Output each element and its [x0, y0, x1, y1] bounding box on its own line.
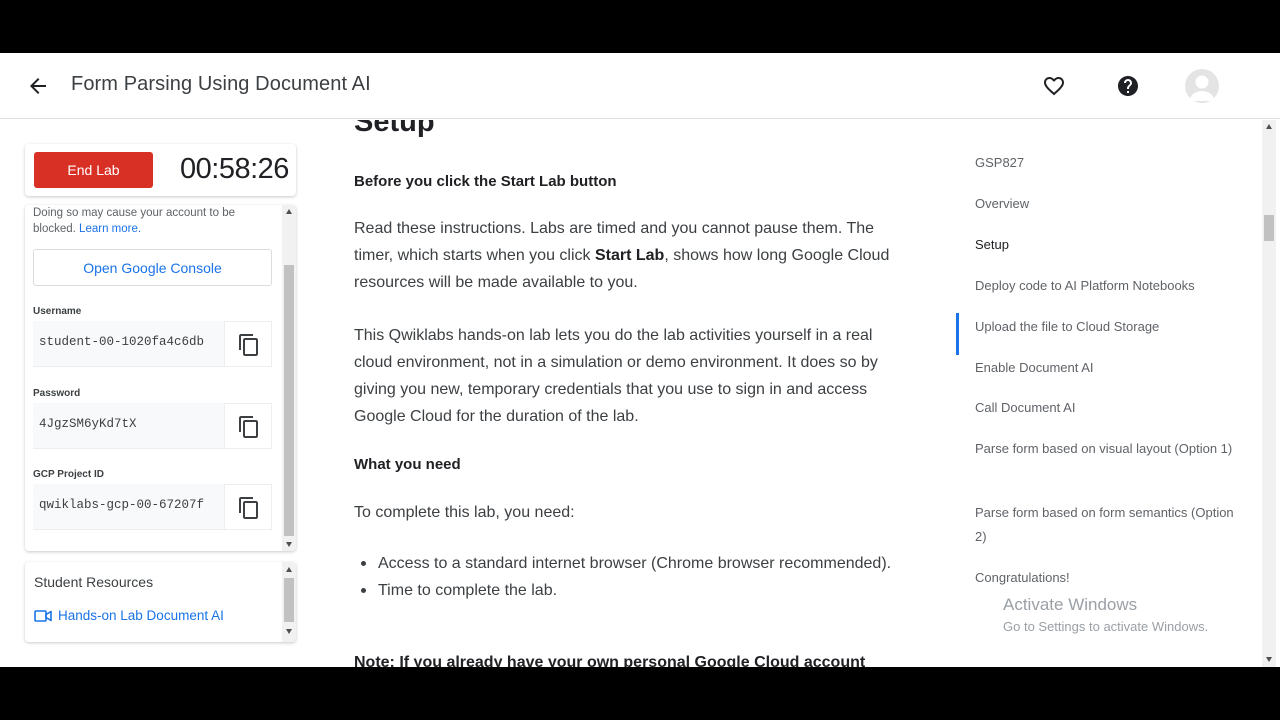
scroll-down-arrow[interactable]	[286, 629, 292, 634]
hands-on-lab-link[interactable]: Hands-on Lab Document AI	[34, 608, 224, 623]
before-start-heading: Before you click the Start Lab button	[354, 173, 617, 190]
toc-item-gsp827[interactable]: GSP827	[975, 151, 1237, 175]
requirements-list: Access to a standard internet browser (C…	[354, 550, 914, 604]
timing-paragraph: Read these instructions. Labs are timed …	[354, 215, 914, 296]
account-avatar-icon	[1189, 75, 1215, 101]
need-intro: To complete this lab, you need:	[354, 504, 575, 521]
password-label: Password	[33, 388, 81, 399]
copy-icon	[239, 497, 258, 519]
copy-project-id-button[interactable]	[224, 484, 272, 530]
page-title: Form Parsing Using Document AI	[71, 73, 371, 95]
scroll-up-arrow[interactable]	[1266, 124, 1272, 129]
project-id-field[interactable]: qwiklabs-gcp-00-67207f	[33, 484, 224, 530]
list-item: Access to a standard internet browser (C…	[354, 550, 914, 577]
copy-password-button[interactable]	[224, 403, 272, 449]
help-circle-icon	[1118, 76, 1138, 96]
watermark-subtitle: Go to Settings to activate Windows.	[1003, 619, 1209, 634]
toc-active-indicator	[956, 313, 959, 355]
lab-instructions: Setup Before you click the Start Lab but…	[354, 120, 914, 667]
note-paragraph: Note: If you already have your own perso…	[354, 654, 866, 667]
student-resources-title: Student Resources	[34, 574, 154, 590]
scrollbar-thumb[interactable]	[1264, 215, 1274, 241]
hands-on-lab-link-label: Hands-on Lab Document AI	[58, 608, 224, 623]
page-scrollbar[interactable]	[1262, 120, 1276, 667]
toc-item-setup[interactable]: Setup	[975, 233, 1237, 257]
scroll-down-arrow[interactable]	[1266, 657, 1272, 662]
watermark-title: Activate Windows	[1003, 595, 1138, 614]
toc-item-parse-visual-layout[interactable]: Parse form based on visual layout (Optio…	[975, 437, 1237, 461]
list-item: Time to complete the lab.	[354, 577, 914, 604]
favorite-button[interactable]	[1042, 74, 1066, 98]
toc-item-call-document-ai[interactable]: Call Document AI	[975, 396, 1237, 420]
back-button[interactable]	[26, 74, 50, 98]
username-field[interactable]: student-00-1020fa4c6db	[33, 321, 224, 367]
app-window: Form Parsing Using Document AI End Lab 0…	[0, 53, 1280, 667]
table-of-contents: GSP827 Overview Setup Deploy code to AI …	[956, 143, 1241, 599]
start-lab-bold: Start Lab	[594, 247, 665, 264]
toc-item-parse-form-semantics[interactable]: Parse form based on form semantics (Opti…	[975, 501, 1237, 549]
toc-item-enable-document-ai[interactable]: Enable Document AI	[975, 356, 1237, 380]
video-camera-icon	[34, 609, 52, 622]
scroll-up-arrow[interactable]	[286, 209, 292, 214]
scrollbar-thumb[interactable]	[284, 265, 294, 536]
what-you-need-heading: What you need	[354, 456, 461, 473]
hands-on-paragraph: This Qwiklabs hands-on lab lets you do t…	[354, 327, 878, 425]
credentials-panel: Doing so may cause your account to be bl…	[25, 205, 296, 551]
password-field[interactable]: 4JgzSM6yKd7tX	[33, 403, 224, 449]
scrollbar-thumb[interactable]	[284, 578, 294, 622]
copy-icon	[239, 416, 258, 438]
heart-icon	[1044, 77, 1064, 96]
toc-item-overview[interactable]: Overview	[975, 192, 1237, 216]
learn-more-link[interactable]: Learn more.	[79, 223, 141, 235]
toc-item-deploy-code[interactable]: Deploy code to AI Platform Notebooks	[975, 274, 1237, 298]
account-warning-text: Doing so may cause your account to be bl…	[33, 205, 278, 237]
open-google-console-button[interactable]: Open Google Console	[33, 249, 272, 286]
lab-timer: 00:58:26	[180, 153, 289, 185]
resources-scrollbar[interactable]	[282, 562, 296, 642]
toc-item-upload-file[interactable]: Upload the file to Cloud Storage	[975, 315, 1237, 339]
toc-item-congratulations[interactable]: Congratulations!	[975, 566, 1237, 590]
student-resources-panel: Student Resources Hands-on Lab Document …	[25, 562, 296, 642]
account-avatar[interactable]	[1185, 69, 1219, 103]
top-app-bar: Form Parsing Using Document AI	[0, 53, 1280, 119]
end-lab-button[interactable]: End Lab	[34, 152, 153, 188]
project-id-label: GCP Project ID	[33, 469, 104, 480]
scroll-down-arrow[interactable]	[286, 542, 292, 547]
arrow-back-icon	[30, 78, 46, 94]
copy-username-button[interactable]	[224, 321, 272, 367]
scroll-up-arrow[interactable]	[286, 567, 292, 572]
username-label: Username	[33, 306, 82, 317]
help-button[interactable]	[1116, 74, 1140, 98]
windows-activation-watermark: Activate Windows Go to Settings to activ…	[1003, 595, 1208, 634]
lab-timer-card: End Lab 00:58:26	[25, 144, 296, 196]
copy-icon	[239, 334, 258, 356]
section-heading: Setup	[354, 120, 435, 138]
credentials-scrollbar[interactable]	[282, 205, 296, 551]
